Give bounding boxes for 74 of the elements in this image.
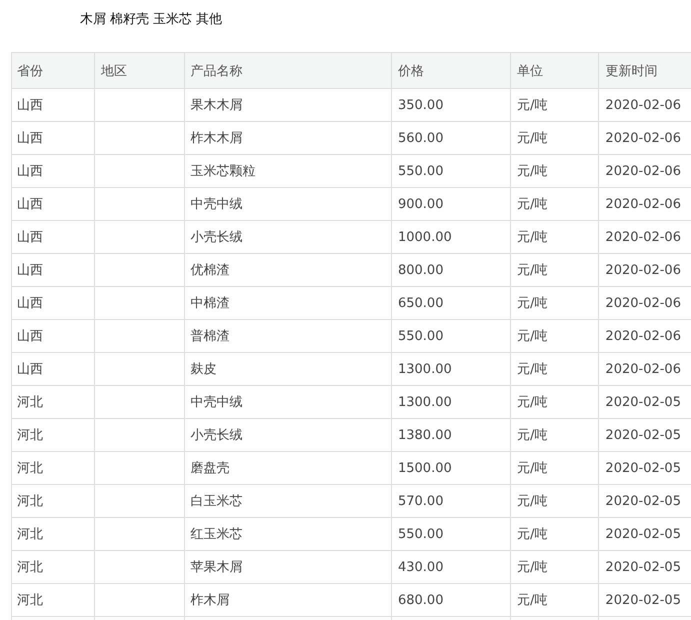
table-cell: 山西 [12, 254, 95, 286]
table-cell: 小壳长绒 [184, 418, 392, 452]
table-cell: 山西 [12, 286, 95, 320]
table-cell: 1300.00 [391, 352, 511, 386]
table-cell: 山西 [12, 220, 95, 254]
table-cell: 苹果木屑 [184, 550, 392, 584]
table-cell: 河北 [12, 386, 95, 418]
table-cell: 河北 [12, 584, 95, 616]
table-cell: 550.00 [391, 518, 511, 550]
column-header: 地区 [94, 52, 184, 88]
table-cell: 560.00 [391, 122, 511, 154]
column-header: 省份 [12, 52, 95, 88]
table-cell: 元/吨 [510, 286, 599, 320]
table-cell: 350.00 [391, 88, 511, 122]
table-cell: 红玉米芯 [184, 518, 392, 550]
category-link[interactable]: 其他 [196, 10, 222, 28]
column-header: 产品名称 [184, 52, 392, 88]
table-cell: 元/吨 [510, 188, 599, 220]
table-cell: 元/吨 [510, 484, 599, 518]
table-cell: 河北 [12, 550, 95, 584]
table-cell: 山西 [12, 122, 95, 154]
table-cell: 900.00 [391, 188, 511, 220]
table-cell: 元/吨 [510, 320, 599, 352]
table-cell: 1000.00 [391, 220, 511, 254]
table-cell: 680.00 [391, 584, 511, 616]
table-cell: 元/吨 [510, 154, 599, 188]
table-cell: 麸皮 [184, 352, 392, 386]
table-cell: 柞木木屑 [184, 122, 392, 154]
table-cell: 山西 [12, 352, 95, 386]
table-cell: 元/吨 [510, 518, 599, 550]
table-cell: 元/吨 [510, 584, 599, 616]
table-cell: 元/吨 [510, 452, 599, 484]
table-cell: 元/吨 [510, 418, 599, 452]
table-cell: 河北 [12, 452, 95, 484]
table-cell: 元/吨 [510, 254, 599, 286]
table-cell: 570.00 [391, 484, 511, 518]
table-cell: 优棉渣 [184, 254, 392, 286]
table-cell: 普棉渣 [184, 320, 392, 352]
column-header: 更新时间 [598, 52, 691, 88]
table-cell: 元/吨 [510, 220, 599, 254]
table-cell: 中棉渣 [184, 286, 392, 320]
table-cell: 果木木屑 [184, 88, 392, 122]
category-link[interactable]: 玉米芯 [153, 10, 192, 28]
table-cell: 元/吨 [510, 122, 599, 154]
table-cell: 1500.00 [391, 452, 511, 484]
table-cell: 河北 [12, 518, 95, 550]
table-cell: 中壳中绒 [184, 188, 392, 220]
table-cell: 玉米芯颗粒 [184, 154, 392, 188]
table-cell: 山西 [12, 320, 95, 352]
category-link[interactable]: 木屑 [80, 10, 106, 28]
table-cell: 元/吨 [510, 88, 599, 122]
table-cell: 白玉米芯 [184, 484, 392, 518]
table-cell: 柞木屑 [184, 584, 392, 616]
table-cell: 山西 [12, 88, 95, 122]
table-cell: 800.00 [391, 254, 511, 286]
column-header: 价格 [391, 52, 511, 88]
table-cell: 磨盘壳 [184, 452, 392, 484]
table-cell: 430.00 [391, 550, 511, 584]
table-cell: 小壳长绒 [184, 220, 392, 254]
table-cell: 河北 [12, 484, 95, 518]
table-cell: 元/吨 [510, 550, 599, 584]
table-cell: 元/吨 [510, 386, 599, 418]
column-header: 单位 [510, 52, 599, 88]
table-cell: 1300.00 [391, 386, 511, 418]
table-cell: 1380.00 [391, 418, 511, 452]
category-link[interactable]: 棉籽壳 [110, 10, 149, 28]
table-cell: 河北 [12, 418, 95, 452]
table-cell: 550.00 [391, 320, 511, 352]
table-cell: 650.00 [391, 286, 511, 320]
table-cell: 元/吨 [510, 352, 599, 386]
table-cell: 山西 [12, 188, 95, 220]
table-cell: 山西 [12, 154, 95, 188]
table-cell: 中壳中绒 [184, 386, 392, 418]
table-cell: 550.00 [391, 154, 511, 188]
